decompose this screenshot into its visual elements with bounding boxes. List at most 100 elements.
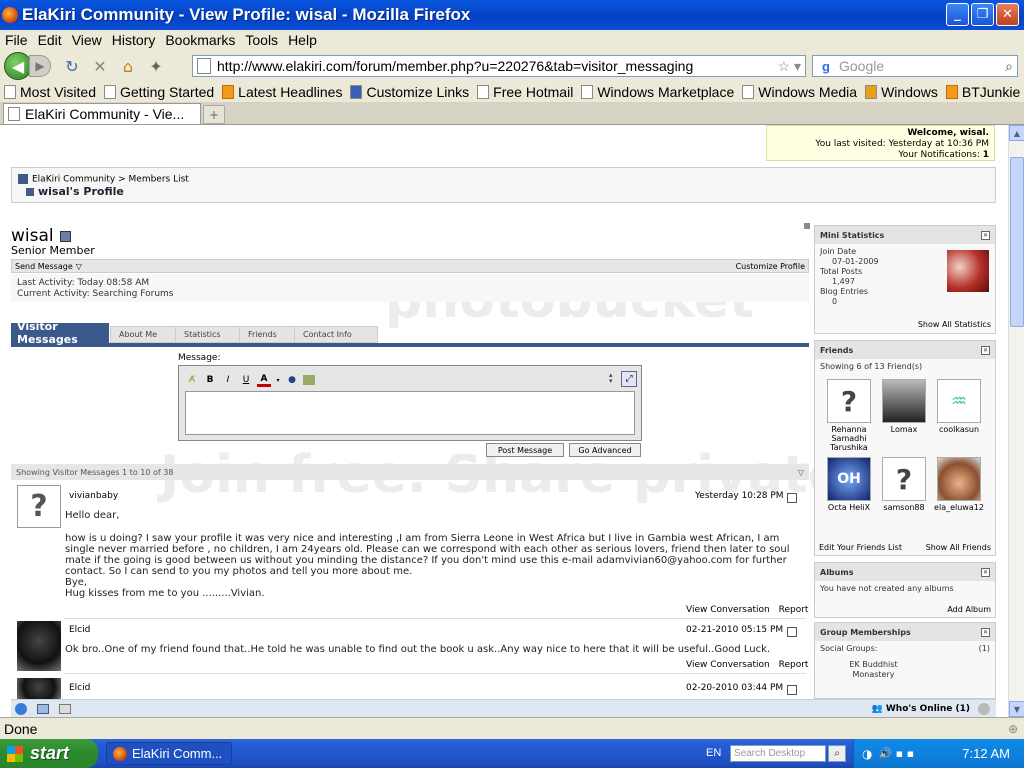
desktop-search-button[interactable]: ⌕ — [828, 745, 846, 762]
message-checkbox[interactable] — [787, 685, 797, 695]
breadcrumb-parent[interactable]: ElaKiri Community > Members List — [32, 175, 189, 185]
friend-item[interactable]: ? samson88 — [874, 457, 934, 512]
menu-history[interactable]: History — [107, 32, 161, 48]
remove-format-icon[interactable]: A̸ — [185, 373, 199, 387]
addon-icon[interactable]: ✦ — [145, 55, 167, 77]
avatar[interactable] — [17, 621, 61, 671]
bookmark-customize-links[interactable]: Customize Links — [346, 84, 473, 100]
maximize-button[interactable]: ❐ — [971, 3, 994, 26]
menu-view[interactable]: View — [67, 32, 107, 48]
menu-bookmarks[interactable]: Bookmarks — [160, 32, 240, 48]
network-icon[interactable]: ◑ — [862, 747, 872, 761]
font-color-icon[interactable]: A — [257, 373, 271, 387]
bookmark-btjunkie[interactable]: BTJunkie - Hebrow For ... — [942, 84, 1024, 100]
chevron-down-icon[interactable]: ▽ — [76, 262, 82, 271]
switch-editor-icon[interactable]: ⤢ — [621, 371, 637, 387]
collapse-icon[interactable]: ✕ — [981, 567, 990, 577]
bookmark-windows-media[interactable]: Windows Media — [738, 84, 861, 100]
insert-image-icon[interactable] — [303, 375, 315, 385]
bookmark-windows[interactable]: Windows — [861, 84, 942, 100]
tab-about-me[interactable]: About Me — [110, 326, 176, 343]
underline-icon[interactable]: U — [239, 373, 253, 387]
send-message-link[interactable]: Send Message — [15, 262, 73, 271]
gear-icon[interactable] — [978, 702, 990, 715]
edit-friends-link[interactable]: Edit Your Friends List — [819, 543, 902, 552]
insert-link-icon[interactable]: ● — [285, 373, 299, 387]
resize-arrows-icon[interactable]: ▴ ▾ — [609, 372, 613, 385]
home-icon[interactable] — [15, 702, 27, 715]
friend-item[interactable]: OH Octa HeliX — [819, 457, 879, 512]
pm-icon[interactable] — [37, 703, 49, 714]
scroll-up-icon[interactable]: ▲ — [1009, 125, 1024, 141]
new-tab-button[interactable]: + — [203, 105, 225, 124]
friend-item[interactable]: ? Rehanna Samadhi Tarushika — [819, 379, 879, 452]
bold-icon[interactable]: B — [203, 373, 217, 387]
scroll-down-icon[interactable]: ▼ — [1009, 701, 1024, 717]
bookmark-latest-headlines[interactable]: Latest Headlines — [218, 84, 346, 100]
forward-button[interactable]: ▶ — [29, 55, 51, 77]
back-button[interactable]: ◀ — [4, 52, 32, 80]
collapse-icon[interactable]: ✕ — [981, 230, 990, 240]
scroll-thumb[interactable] — [1010, 157, 1024, 327]
url-bar[interactable]: http://www.elakiri.com/forum/member.php?… — [192, 55, 806, 77]
minimize-button[interactable]: _ — [946, 3, 969, 26]
add-album-link[interactable]: Add Album — [947, 605, 991, 614]
bookmark-free-hotmail[interactable]: Free Hotmail — [473, 84, 577, 100]
friend-item[interactable]: ela_eluwa12 — [929, 457, 989, 512]
message-author[interactable]: Elcid — [69, 683, 90, 693]
message-checkbox[interactable] — [787, 493, 797, 503]
menu-edit[interactable]: Edit — [33, 32, 67, 48]
language-indicator[interactable]: EN — [706, 747, 721, 759]
reload-icon[interactable]: ↻ — [61, 55, 83, 77]
collapse-icon[interactable]: ✕ — [981, 345, 990, 355]
notifications-link[interactable]: Your Notifications: — [898, 150, 979, 160]
home-icon[interactable]: ⌂ — [117, 55, 139, 77]
window-icon[interactable] — [59, 703, 71, 714]
star-icon[interactable]: ☆ ▾ — [778, 58, 801, 75]
menu-tools[interactable]: Tools — [240, 32, 283, 48]
start-button[interactable]: start — [0, 739, 98, 768]
go-advanced-button[interactable]: Go Advanced — [569, 443, 641, 457]
magnifier-icon[interactable]: ⌕ — [1005, 58, 1013, 75]
collapse-icon[interactable]: ✕ — [981, 627, 990, 637]
tab-statistics[interactable]: Statistics — [175, 326, 241, 343]
friend-item[interactable]: ♒ coolkasun — [929, 379, 989, 434]
chevron-down-icon[interactable]: ▾ — [275, 373, 281, 387]
whos-online-link[interactable]: 👥 Who's Online (1) — [872, 704, 970, 714]
post-message-button[interactable]: Post Message — [486, 443, 564, 457]
search-box[interactable]: g Google ⌕ — [812, 55, 1018, 77]
vertical-scrollbar[interactable]: ▲ ▼ — [1008, 125, 1024, 717]
avatar[interactable] — [17, 678, 61, 700]
tab-visitor-messages[interactable]: Visitor Messages — [11, 320, 109, 346]
message-checkbox[interactable] — [787, 627, 797, 637]
view-conversation-link[interactable]: View Conversation — [686, 605, 770, 615]
taskbar-firefox-item[interactable]: ElaKiri Comm... — [106, 742, 232, 765]
report-link[interactable]: Report — [779, 660, 809, 670]
friend-item[interactable]: Lomax — [874, 379, 934, 434]
tab-elakiri[interactable]: ElaKiri Community - Vie... — [3, 103, 201, 124]
message-textarea[interactable] — [185, 391, 635, 435]
desktop-search-input[interactable]: Search Desktop — [730, 745, 826, 762]
addons-icon[interactable]: ⊕ — [1008, 722, 1018, 736]
stop-icon[interactable]: ✕ — [89, 55, 111, 77]
bookmark-windows-marketplace[interactable]: Windows Marketplace — [577, 84, 738, 100]
message-author[interactable]: vivianbaby — [69, 491, 118, 501]
chevron-down-icon[interactable]: ▽ — [798, 468, 804, 477]
tab-friends[interactable]: Friends — [239, 326, 301, 343]
avatar[interactable]: ? — [17, 485, 61, 528]
customize-profile-link[interactable]: Customize Profile — [736, 262, 805, 271]
tab-contact-info[interactable]: Contact Info — [294, 326, 378, 343]
message-author[interactable]: Elcid — [69, 625, 90, 635]
show-all-friends-link[interactable]: Show All Friends — [926, 543, 991, 552]
group-item[interactable]: EK Buddhist Monastery — [815, 657, 915, 683]
italic-icon[interactable]: I — [221, 373, 235, 387]
report-link[interactable]: Report — [779, 605, 809, 615]
menu-help[interactable]: Help — [283, 32, 322, 48]
close-button[interactable]: ✕ — [996, 3, 1019, 26]
view-conversation-link[interactable]: View Conversation — [686, 660, 770, 670]
bookmark-most-visited[interactable]: Most Visited — [0, 84, 100, 100]
google-icon[interactable]: g — [817, 57, 835, 75]
tray-icons[interactable]: 🔊 ▪ ▪ — [878, 747, 914, 760]
menu-file[interactable]: File — [0, 32, 33, 48]
bookmark-getting-started[interactable]: Getting Started — [100, 84, 218, 100]
